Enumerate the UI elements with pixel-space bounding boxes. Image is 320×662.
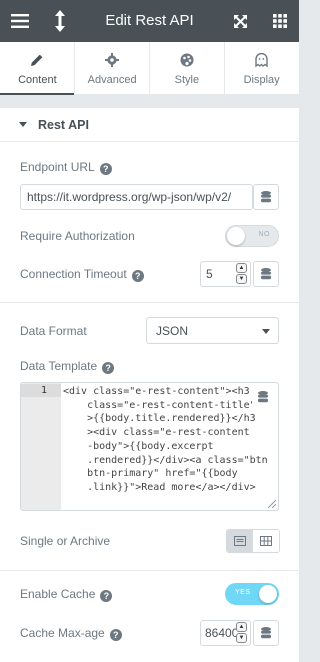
code-line: btn-primary" href="{{body xyxy=(63,468,238,480)
enable-cache-toggle[interactable]: YES xyxy=(225,583,279,605)
data-format-label: Data Format xyxy=(20,324,87,338)
toggle-knob xyxy=(227,227,245,245)
connection-timeout-label-text: Connection Timeout xyxy=(20,267,127,281)
help-icon[interactable]: ? xyxy=(102,362,115,374)
single-or-archive-choices xyxy=(226,529,280,553)
tab-content-label: Content xyxy=(18,74,57,86)
hamburger-icon[interactable] xyxy=(0,0,40,42)
cache-max-age-value: 86400 xyxy=(205,626,239,640)
tab-advanced-label: Advanced xyxy=(87,74,137,86)
tab-display[interactable]: Display xyxy=(224,42,299,94)
connection-timeout-label: Connection Timeout? xyxy=(20,267,144,282)
resize-handle-icon[interactable] xyxy=(268,500,276,508)
tab-content[interactable]: Content xyxy=(0,42,75,95)
endpoint-url-input[interactable]: https://it.wordpress.org/wp-json/wp/v2/ xyxy=(20,184,253,210)
dynamic-tags-button[interactable] xyxy=(252,386,274,408)
data-template-label: Data Template? xyxy=(20,359,115,374)
tab-divider xyxy=(149,42,150,95)
dynamic-tags-button[interactable] xyxy=(253,261,279,287)
tab-style-label: Style xyxy=(174,74,200,86)
code-gutter: 1 xyxy=(21,383,61,510)
grid-apps-icon[interactable] xyxy=(260,0,300,42)
dynamic-tags-button[interactable] xyxy=(253,620,279,646)
database-icon xyxy=(261,191,271,203)
data-format-value: JSON xyxy=(156,324,189,338)
connection-timeout-input[interactable]: 5 ▲ ▼ xyxy=(200,261,251,287)
enable-cache-label: Enable Cache? xyxy=(20,587,113,602)
tab-divider xyxy=(74,42,75,95)
code-line: ><div class="e-rest-content xyxy=(63,427,250,439)
dynamic-tags-button[interactable] xyxy=(253,184,279,210)
help-icon[interactable]: ? xyxy=(109,629,122,641)
pencil-icon xyxy=(31,54,43,66)
paint-palette-icon xyxy=(180,53,194,67)
single-option-button[interactable] xyxy=(227,530,253,552)
endpoint-url-label-text: Endpoint URL xyxy=(20,160,95,174)
resize-vertical-icon[interactable] xyxy=(40,0,80,42)
code-line: class="e-rest-content-title" xyxy=(63,399,256,411)
toggle-knob xyxy=(259,585,277,603)
single-or-archive-label: Single or Archive xyxy=(20,534,111,548)
expand-arrows-icon[interactable] xyxy=(220,0,260,42)
stepper-down-icon[interactable]: ▼ xyxy=(236,633,247,643)
ghost-icon xyxy=(255,52,268,68)
cache-max-age-label: Cache Max-age? xyxy=(20,626,122,641)
database-icon xyxy=(261,627,271,639)
data-template-code-editor[interactable]: 1 <div class="e-rest-content"><h3 class=… xyxy=(20,382,279,511)
endpoint-url-value: https://it.wordpress.org/wp-json/wp/v2/ xyxy=(27,190,232,204)
enable-cache-label-text: Enable Cache xyxy=(20,587,96,601)
database-icon xyxy=(261,268,271,280)
number-stepper[interactable]: ▲ ▼ xyxy=(236,263,247,284)
toggle-state-text: YES xyxy=(235,589,251,596)
connection-timeout-value: 5 xyxy=(206,267,213,281)
help-icon[interactable]: ? xyxy=(99,163,112,175)
data-template-label-text: Data Template xyxy=(20,359,98,373)
chevron-down-icon xyxy=(262,329,270,334)
tab-divider xyxy=(224,42,225,95)
editor-header: Edit Rest API xyxy=(0,0,299,42)
tab-advanced[interactable]: Advanced xyxy=(74,42,150,94)
require-authorization-toggle[interactable]: NO xyxy=(225,225,279,247)
caret-down-icon xyxy=(19,122,27,127)
code-line: >{{body.title.rendered}}</h3 xyxy=(63,413,256,425)
stepper-up-icon[interactable]: ▲ xyxy=(236,622,247,632)
code-line: <div class="e-rest-content"><h3 xyxy=(63,386,250,397)
cache-max-age-input[interactable]: 86400 ▲ ▼ xyxy=(200,620,251,646)
database-icon xyxy=(258,391,268,403)
section-title: Rest API xyxy=(38,117,89,132)
archive-grid-icon xyxy=(260,536,272,546)
stepper-down-icon[interactable]: ▼ xyxy=(236,274,247,284)
help-icon[interactable]: ? xyxy=(131,270,144,282)
code-line: .link}}">Read more</a></div> xyxy=(63,481,256,493)
code-line: .rendered}}</div><a class="btn xyxy=(63,454,268,466)
section-divider xyxy=(0,570,299,571)
panel-gap xyxy=(0,95,299,103)
toggle-state-text: NO xyxy=(258,231,270,238)
number-stepper[interactable]: ▲ ▼ xyxy=(236,622,247,643)
code-content[interactable]: <div class="e-rest-content"><h3 class="e… xyxy=(63,385,268,495)
stepper-up-icon[interactable]: ▲ xyxy=(236,263,247,273)
section-divider xyxy=(0,302,299,303)
code-line: -body">{{body.excerpt xyxy=(63,440,214,452)
tab-display-label: Display xyxy=(243,74,280,86)
cache-max-age-label-text: Cache Max-age xyxy=(20,626,105,640)
tab-style[interactable]: Style xyxy=(149,42,225,94)
archive-option-button[interactable] xyxy=(253,530,279,552)
require-authorization-label: Require Authorization xyxy=(20,229,135,243)
data-format-select[interactable]: JSON xyxy=(146,317,279,344)
section-header-rest-api[interactable]: Rest API xyxy=(0,108,299,142)
line-number: 1 xyxy=(40,385,47,396)
gear-icon xyxy=(105,53,120,67)
single-layout-icon xyxy=(234,536,246,546)
endpoint-url-label: Endpoint URL? xyxy=(20,160,112,175)
help-icon[interactable]: ? xyxy=(100,590,113,602)
